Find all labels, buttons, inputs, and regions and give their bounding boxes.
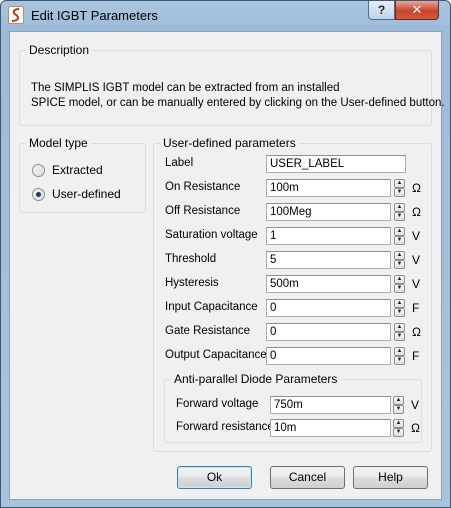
on-resistance-input[interactable]: 100m: [266, 179, 391, 197]
spin-up-icon[interactable]: ▲: [394, 179, 405, 188]
forward-resistance-input[interactable]: 10m: [270, 419, 391, 437]
description-title: Description: [26, 43, 93, 57]
gate-resistance-label: Gate Resistance: [165, 325, 251, 337]
dialog-client: Description The SIMPLIS IGBT model can b…: [9, 31, 445, 500]
window-title: Edit IGBT Parameters: [31, 8, 158, 23]
spin-up-icon[interactable]: ▲: [394, 299, 405, 308]
help-button[interactable]: Help: [353, 466, 428, 489]
label-field-label: Label: [165, 157, 194, 169]
spin-up-icon[interactable]: ▲: [393, 419, 404, 428]
forward-voltage-unit: V: [411, 398, 420, 412]
spin-up-icon[interactable]: ▲: [394, 203, 405, 212]
input-capacitance-unit: F: [412, 301, 420, 315]
description-group: Description The SIMPLIS IGBT model can b…: [19, 43, 445, 126]
spin-down-icon[interactable]: ▼: [393, 428, 404, 437]
threshold-label: Threshold: [165, 253, 217, 265]
model-type-title: Model type: [26, 136, 91, 150]
ok-button[interactable]: Ok: [177, 466, 252, 489]
output-capacitance-input[interactable]: 0: [266, 347, 391, 365]
spin-down-icon[interactable]: ▼: [394, 284, 405, 293]
spin-up-icon[interactable]: ▲: [394, 323, 405, 332]
threshold-spinner[interactable]: ▲ ▼: [394, 251, 405, 269]
input-capacitance-spinner[interactable]: ▲ ▼: [394, 299, 405, 317]
forward-voltage-spinner[interactable]: ▲ ▼: [393, 396, 404, 414]
input-capacitance-label: Input Capacitance: [165, 301, 258, 313]
gate-resistance-input[interactable]: 0: [266, 323, 391, 341]
on-resistance-unit: Ω: [412, 181, 421, 195]
forward-voltage-input[interactable]: 750m: [270, 396, 391, 414]
diode-title: Anti-parallel Diode Parameters: [171, 372, 341, 386]
gate-resistance-unit: Ω: [412, 325, 421, 339]
off-resistance-input[interactable]: 100Meg: [266, 203, 391, 221]
simplis-app-icon: [8, 6, 24, 24]
close-icon[interactable]: ✕: [395, 1, 439, 20]
user-params-group: User-defined parameters Label USER_LABEL…: [153, 136, 432, 452]
output-capacitance-label: Output Capacitance: [165, 349, 267, 361]
spin-down-icon[interactable]: ▼: [394, 212, 405, 221]
off-resistance-unit: Ω: [412, 205, 421, 219]
label-input[interactable]: USER_LABEL: [266, 155, 406, 173]
spin-up-icon[interactable]: ▲: [393, 396, 404, 405]
forward-resistance-spinner[interactable]: ▲ ▼: [393, 419, 404, 437]
forward-resistance-label: Forward resistance: [176, 421, 274, 433]
radio-user-defined-circle[interactable]: [32, 187, 45, 201]
saturation-voltage-unit: V: [412, 229, 421, 243]
radio-user-defined[interactable]: User-defined: [32, 186, 121, 202]
threshold-unit: V: [412, 253, 421, 267]
gate-resistance-spinner[interactable]: ▲ ▼: [394, 323, 405, 341]
forward-resistance-unit: Ω: [411, 421, 420, 435]
hysteresis-label: Hysteresis: [165, 277, 219, 289]
spin-down-icon[interactable]: ▼: [394, 332, 405, 341]
spin-up-icon[interactable]: ▲: [394, 227, 405, 236]
output-capacitance-unit: F: [412, 349, 420, 363]
hysteresis-spinner[interactable]: ▲ ▼: [394, 275, 405, 293]
radio-user-defined-label: User-defined: [52, 187, 121, 201]
dialog-window: Edit IGBT Parameters ? ✕ Description The…: [0, 0, 451, 508]
input-capacitance-input[interactable]: 0: [266, 299, 391, 317]
saturation-voltage-label: Saturation voltage: [165, 229, 258, 241]
threshold-input[interactable]: 5: [266, 251, 391, 269]
description-line-1: The SIMPLIS IGBT model can be extracted …: [31, 82, 340, 94]
on-resistance-label: On Resistance: [165, 181, 241, 193]
spin-up-icon[interactable]: ▲: [394, 347, 405, 356]
model-type-group: Model type Extracted User-defined: [19, 136, 146, 213]
radio-extracted[interactable]: Extracted: [32, 162, 103, 178]
off-resistance-spinner[interactable]: ▲ ▼: [394, 203, 405, 221]
title-bar[interactable]: Edit IGBT Parameters ? ✕: [1, 1, 450, 31]
help-icon[interactable]: ?: [368, 1, 395, 20]
hysteresis-unit: V: [412, 277, 421, 291]
saturation-voltage-input[interactable]: 1: [266, 227, 391, 245]
on-resistance-spinner[interactable]: ▲ ▼: [394, 179, 405, 197]
saturation-voltage-spinner[interactable]: ▲ ▼: [394, 227, 405, 245]
diode-group: Anti-parallel Diode Parameters Forward v…: [164, 372, 422, 443]
description-text: The SIMPLIS IGBT model can be extracted …: [31, 81, 445, 111]
description-line-2: SPICE model, or can be manually entered …: [31, 97, 445, 109]
spin-down-icon[interactable]: ▼: [394, 188, 405, 197]
spin-down-icon[interactable]: ▼: [394, 236, 405, 245]
off-resistance-label: Off Resistance: [165, 205, 241, 217]
radio-extracted-label: Extracted: [52, 163, 103, 177]
user-params-title: User-defined parameters: [160, 136, 299, 150]
hysteresis-input[interactable]: 500m: [266, 275, 391, 293]
spin-down-icon[interactable]: ▼: [394, 356, 405, 365]
spin-up-icon[interactable]: ▲: [394, 251, 405, 260]
radio-extracted-circle[interactable]: [32, 163, 45, 177]
forward-voltage-label: Forward voltage: [176, 398, 259, 410]
output-capacitance-spinner[interactable]: ▲ ▼: [394, 347, 405, 365]
spin-down-icon[interactable]: ▼: [394, 260, 405, 269]
spin-down-icon[interactable]: ▼: [393, 405, 404, 414]
spin-down-icon[interactable]: ▼: [394, 308, 405, 317]
cancel-button[interactable]: Cancel: [270, 466, 345, 489]
spin-up-icon[interactable]: ▲: [394, 275, 405, 284]
